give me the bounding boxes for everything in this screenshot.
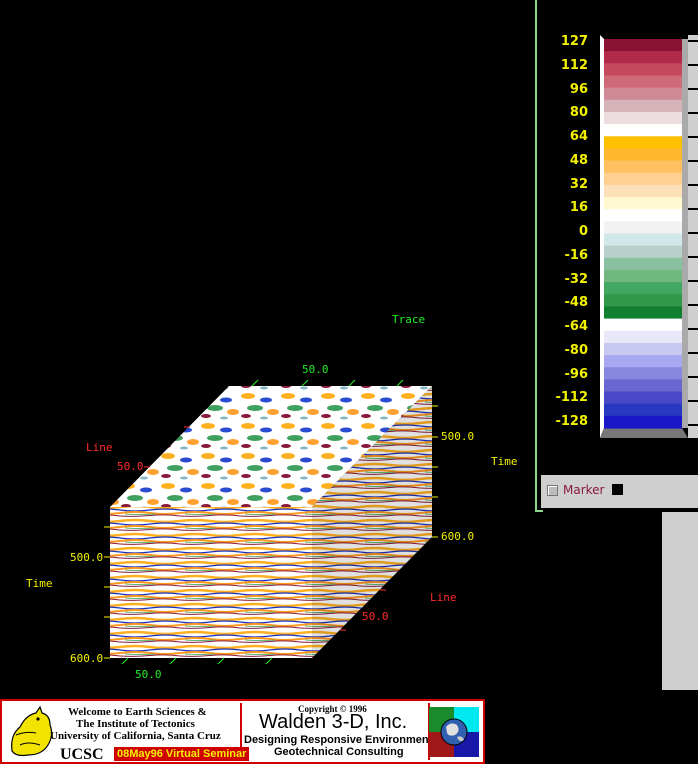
colorbar-cell <box>604 306 682 320</box>
company-name: Walden 3-D, Inc. <box>259 711 408 733</box>
colorbar-cell <box>604 111 682 125</box>
tagline-1: Designing Responsive Environments <box>244 734 439 746</box>
colorbar <box>600 35 698 438</box>
ucsc-section: Welcome to Earth Sciences & The Institut… <box>4 703 250 763</box>
colorbar-cell <box>604 269 682 283</box>
ucsc-wordmark: UCSC <box>60 746 104 763</box>
welcome-line-1: Welcome to Earth Sciences & <box>68 706 207 718</box>
colorbar-right-ticks <box>688 40 698 426</box>
colorbar-cell <box>604 245 682 259</box>
welcome-line-2: The Institute of Tectonics <box>76 718 195 730</box>
colorbar-cell <box>604 160 682 174</box>
colorbar-cell <box>604 75 682 89</box>
trace-tick-label-bottom: 50.0 <box>135 668 162 681</box>
colorbar-cell <box>604 379 682 393</box>
colorbar-cell <box>604 282 682 295</box>
welcome-line-3: University of California, Santa Cruz <box>50 730 221 742</box>
colorbar-cell <box>604 342 682 356</box>
colorbar-cell <box>604 63 682 77</box>
colorbar-cell <box>604 294 682 308</box>
tagline-2: Geotechnical Consulting <box>274 746 404 758</box>
colorbar-tick-label: 0 <box>578 224 588 239</box>
colorbar-cell <box>604 39 682 52</box>
colorbar-tick-label: 96 <box>569 81 588 97</box>
colorbar-tick-label: -48 <box>564 295 589 311</box>
colorbar-tick-label: -16 <box>564 247 589 263</box>
trace-axis-title: Trace <box>392 313 426 326</box>
colorbar-cell <box>604 148 682 162</box>
globe-logo-icon <box>429 707 479 757</box>
colorbar-cell <box>604 136 682 150</box>
colorbar-tick-label: 48 <box>569 152 588 168</box>
time-tick-500-left: 500.0 <box>70 551 104 564</box>
walden-section: Copyright © 1996 Walden 3-D, Inc. Design… <box>242 703 438 760</box>
line-axis-title-top: Line <box>86 441 113 454</box>
colorbar-tick-label: -80 <box>564 342 589 358</box>
colorbar-tick-label: -128 <box>555 414 588 429</box>
colorbar-cell <box>604 367 682 380</box>
colorbar-cell <box>604 330 682 344</box>
time-axis-title-left: Time <box>26 577 53 590</box>
marker-color-swatch[interactable] <box>612 484 623 495</box>
seminar-date-label: 08May96 Virtual Seminar <box>114 747 250 761</box>
time-tick-500-right: 500.0 <box>441 430 475 443</box>
colorbar-cell <box>604 355 682 368</box>
seminar-banner: Welcome to Earth Sciences & The Institut… <box>0 699 485 764</box>
colorbar-tick-label: -32 <box>564 271 589 287</box>
colorbar-cell <box>604 391 682 405</box>
colorbar-cell <box>604 51 682 64</box>
marker-checkbox[interactable] <box>547 485 558 496</box>
colorbar-cell <box>604 318 682 332</box>
colorbar-tick-label: 32 <box>569 176 588 192</box>
colorbar-cell <box>604 99 682 113</box>
colorbar-cell <box>604 184 682 198</box>
colorbar-tick-label: -64 <box>564 319 589 334</box>
colorbar-tick-label: 127 <box>560 34 588 49</box>
side-panel <box>662 512 698 690</box>
line-tick-label-bottom: 50.0 <box>362 610 389 623</box>
colorbar-cell <box>604 209 682 222</box>
trace-tick-label: 50.0 <box>302 363 329 376</box>
colorbar-tick-label: -96 <box>564 366 589 382</box>
colorbar-tick-label: 112 <box>560 57 588 73</box>
time-axis-title-right: Time <box>491 455 518 468</box>
colorbar-tick-label: -112 <box>555 390 588 406</box>
marker-label: Marker <box>563 483 605 497</box>
colorbar-cell <box>604 197 682 210</box>
colorbar-tick-label: 80 <box>569 105 588 121</box>
time-tick-600-left: 600.0 <box>70 652 104 665</box>
colorbar-cell <box>604 403 682 417</box>
cube-front-face <box>110 507 312 658</box>
line-tick-label-top: 50.0 <box>117 460 144 473</box>
time-tick-600-right: 600.0 <box>441 530 475 543</box>
line-axis-title-bottom: Line <box>430 591 457 604</box>
colorbar-tick-label: 64 <box>569 129 588 144</box>
colorbar-cell <box>604 172 682 186</box>
colorbar-cell <box>604 415 682 429</box>
colorbar-cell <box>604 124 682 137</box>
colorbar-tick-label: 16 <box>569 200 588 216</box>
colorbar-cell <box>604 257 682 271</box>
colorbar-cell <box>604 221 682 235</box>
colorbar-cell <box>604 233 682 247</box>
colorbar-cell <box>604 87 682 101</box>
